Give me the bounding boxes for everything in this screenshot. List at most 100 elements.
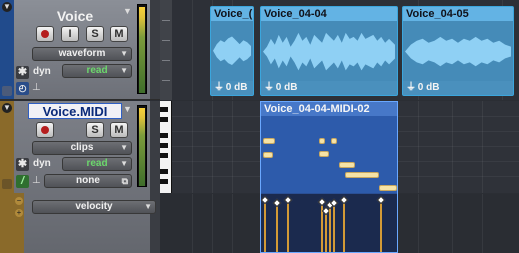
meter-scale bbox=[150, 0, 160, 99]
waveform-shape bbox=[213, 36, 251, 65]
track-name[interactable]: Voice.MIDI bbox=[28, 103, 122, 119]
track-expand-icon[interactable]: ▼ bbox=[2, 2, 12, 12]
midi-note[interactable] bbox=[263, 152, 273, 158]
level-meter bbox=[137, 105, 147, 187]
grid-line bbox=[418, 194, 419, 253]
clip-gain-value: 0 dB bbox=[417, 82, 440, 93]
mute-button[interactable]: M bbox=[110, 122, 128, 138]
clip-gain[interactable]: ⏚ 0 dB bbox=[403, 81, 513, 95]
velocity-stem bbox=[264, 200, 266, 252]
lane-type-dropdown[interactable]: velocity ▼ bbox=[32, 200, 156, 214]
velocity-handle[interactable] bbox=[283, 195, 293, 205]
instrument-dropdown[interactable]: none ⧉ bbox=[44, 174, 132, 188]
record-arm-button[interactable] bbox=[36, 26, 54, 42]
piano-roll[interactable] bbox=[261, 116, 397, 193]
clip-gain-value: 0 dB bbox=[275, 82, 298, 93]
grid-line bbox=[482, 194, 483, 253]
ruler-tick bbox=[162, 20, 170, 21]
track-expand-icon[interactable]: ▼ bbox=[2, 103, 12, 113]
grid-line bbox=[192, 194, 193, 253]
grid-line bbox=[192, 101, 193, 193]
midi-note[interactable] bbox=[379, 185, 397, 191]
dropdown-chevron-icon: ▼ bbox=[120, 49, 128, 58]
midi-note[interactable] bbox=[263, 138, 275, 144]
clip-name: Voice_04-04 bbox=[261, 7, 397, 21]
automation-mode-dropdown[interactable]: read ▼ bbox=[62, 64, 132, 78]
meter-fill bbox=[139, 108, 145, 186]
meter-fill bbox=[139, 7, 145, 93]
dropdown-chevron-icon: ▼ bbox=[120, 159, 128, 168]
asterisk-icon[interactable]: ✱ bbox=[16, 158, 29, 171]
piano-black-key bbox=[160, 117, 168, 122]
remove-lane-icon[interactable]: − bbox=[15, 197, 23, 205]
waveform-shape bbox=[263, 32, 395, 71]
automation-mode-dropdown[interactable]: read ▼ bbox=[62, 157, 132, 171]
grid-line bbox=[192, 0, 193, 100]
clip-gain[interactable]: ⏚ 0 dB bbox=[211, 81, 253, 95]
piano-black-key bbox=[160, 143, 168, 148]
midi-clip[interactable]: Voice_04-04-MIDI-02 bbox=[260, 101, 398, 253]
grid-line bbox=[212, 194, 213, 253]
clip-gain[interactable]: ⏚ 0 dB bbox=[261, 81, 397, 95]
dyn-label: dyn bbox=[33, 158, 51, 169]
ruler-column bbox=[160, 0, 172, 100]
clock-icon[interactable]: ◴ bbox=[16, 82, 29, 95]
velocity-stem bbox=[333, 204, 335, 252]
instrument-icon[interactable]: / bbox=[16, 175, 29, 188]
mute-button[interactable]: M bbox=[110, 26, 128, 42]
velocity-editor[interactable] bbox=[260, 194, 397, 252]
audio-clip[interactable]: Voice_04-04 ⏚ 0 dB bbox=[260, 6, 398, 96]
waveform-shape bbox=[405, 36, 511, 67]
midi-note[interactable] bbox=[345, 172, 379, 178]
dropdown-chevron-icon: ▼ bbox=[120, 143, 128, 152]
ruler-tick bbox=[162, 40, 170, 41]
track-menu-chevron-icon[interactable]: ▼ bbox=[123, 6, 133, 16]
gain-icon: ⏚ bbox=[264, 82, 274, 93]
piano-black-key bbox=[160, 179, 168, 184]
record-icon bbox=[41, 30, 49, 38]
ruler-tick bbox=[162, 60, 170, 61]
timeline-area[interactable]: Voice_( ⏚ 0 dB Voice_04-04 ⏚ 0 dB Voice_… bbox=[172, 0, 519, 253]
track-color-strip: ▼ bbox=[0, 0, 14, 99]
track-menu-chevron-icon[interactable]: ▼ bbox=[123, 104, 133, 114]
input-monitor-button[interactable]: I bbox=[61, 26, 79, 42]
add-lane-icon[interactable]: + bbox=[15, 209, 23, 217]
clip-name: Voice_( bbox=[211, 7, 253, 21]
midi-note[interactable] bbox=[319, 151, 329, 157]
velocity-stem bbox=[287, 200, 289, 252]
automation-mode-value: read bbox=[86, 65, 108, 76]
solo-button[interactable]: S bbox=[86, 122, 104, 138]
piano-black-key bbox=[160, 133, 168, 138]
view-dropdown[interactable]: waveform ▼ bbox=[32, 47, 132, 61]
audio-clip[interactable]: Voice_( ⏚ 0 dB bbox=[210, 6, 254, 96]
midi-note[interactable] bbox=[319, 138, 325, 144]
midi-note[interactable] bbox=[339, 162, 355, 168]
piano-black-key bbox=[160, 169, 168, 174]
velocity-handle[interactable] bbox=[260, 195, 270, 205]
window-icon: ⧉ bbox=[121, 176, 128, 186]
track-name[interactable]: Voice bbox=[28, 8, 122, 24]
input-icon: ⊥ bbox=[32, 82, 41, 93]
asterisk-icon[interactable]: ✱ bbox=[16, 66, 29, 79]
velocity-handle[interactable] bbox=[339, 195, 349, 205]
dropdown-chevron-icon: ▼ bbox=[120, 66, 128, 75]
waveform bbox=[261, 21, 397, 81]
velocity-stem bbox=[343, 200, 345, 252]
waveform bbox=[211, 21, 253, 81]
track-type-icon bbox=[2, 179, 12, 189]
track-type-icon bbox=[2, 86, 12, 96]
piano-black-key bbox=[160, 153, 168, 158]
velocity-handle[interactable] bbox=[272, 198, 282, 208]
view-dropdown[interactable]: clips ▼ bbox=[32, 141, 132, 155]
record-arm-button[interactable] bbox=[36, 122, 54, 138]
piano-keyboard[interactable] bbox=[160, 101, 172, 193]
clip-name: Voice_04-04-MIDI-02 bbox=[261, 102, 397, 116]
velocity-stem bbox=[276, 203, 278, 252]
grid-line bbox=[418, 101, 419, 193]
input-icon: ⊥ bbox=[32, 175, 41, 186]
audio-clip[interactable]: Voice_04-05 ⏚ 0 dB bbox=[402, 6, 514, 96]
velocity-handle[interactable] bbox=[376, 195, 386, 205]
clip-gain-value: 0 dB bbox=[225, 82, 248, 93]
midi-note[interactable] bbox=[331, 138, 337, 144]
solo-button[interactable]: S bbox=[86, 26, 104, 42]
